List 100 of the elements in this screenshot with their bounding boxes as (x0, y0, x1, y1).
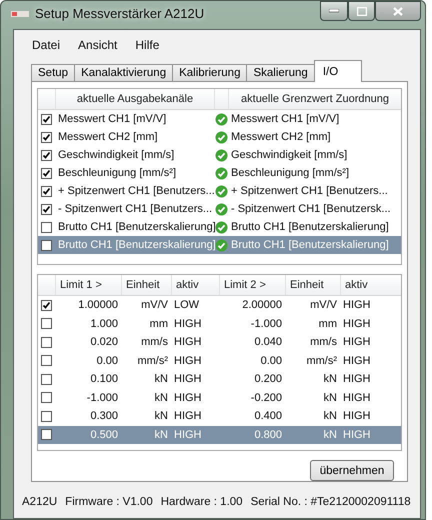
check-circle-icon (214, 130, 228, 144)
tab[interactable]: Skalierung (246, 64, 315, 82)
checkbox[interactable] (41, 240, 52, 250)
table-cell-text: 0.020 (89, 336, 119, 348)
table-row[interactable]: 1.000 mm HIGH -1.000 mm HIGH (38, 314, 401, 333)
checkbox[interactable] (41, 392, 52, 404)
check-circle-icon (214, 148, 228, 162)
checkbox[interactable] (41, 410, 52, 422)
table-cell-text: kN (322, 373, 338, 386)
table-cell-text: HIGH (342, 428, 372, 441)
table-cell-text: 0.800 (253, 428, 283, 441)
table-row[interactable]: - Spitzenwert CH1 [Benutzers... - Spitzenwert CH1 [Benutzersk... (38, 200, 401, 218)
checkbox[interactable] (41, 374, 52, 385)
checkbox[interactable] (41, 318, 52, 330)
table-cell-text: 0.200 (253, 373, 283, 386)
status-text: Firmware : V1.00 (65, 496, 153, 508)
table-row[interactable]: Messwert CH1 [mV/V] Messwert CH1 [mV/V] (38, 110, 401, 128)
checked-checkbox[interactable] (41, 150, 52, 160)
app-icon (11, 9, 29, 19)
check-circle-icon (214, 220, 228, 234)
table-cell-text: kN (322, 410, 338, 422)
table-cell-text: Brutto CH1 [Benutzerskalierung] (230, 221, 390, 233)
tab[interactable]: Kanalaktivierung (74, 64, 174, 82)
menu-item[interactable]: Hilfe (135, 38, 160, 56)
tab[interactable]: I/O (314, 60, 362, 82)
table-row[interactable]: 0.300 kN HIGH 0.400 kN HIGH (38, 407, 401, 426)
column-header[interactable]: aktiv (340, 275, 401, 295)
column-header[interactable]: aktuelle Ausgabekanäle (55, 89, 214, 109)
checked-checkbox[interactable] (41, 132, 52, 142)
check-circle-icon (214, 184, 228, 198)
table-row[interactable]: Messwert CH2 [mm] Messwert CH2 [mm] (38, 128, 401, 146)
checked-checkbox[interactable] (41, 300, 52, 311)
table-row[interactable]: + Spitzenwert CH1 [Benutzers... + Spitzenwert CH1 [Benutzers... (38, 182, 401, 200)
checkbox[interactable] (41, 336, 52, 348)
table-row[interactable]: -1.000 kN HIGH -0.200 kN HIGH (38, 388, 401, 407)
check-circle-icon (214, 166, 228, 180)
table-row[interactable]: Brutto CH1 [Benutzerskalierung] Brutto CH1 [Benutzerskalierung] (38, 218, 401, 236)
tab[interactable]: Kalibrierung (172, 64, 248, 82)
table-cell-text: -0.200 (250, 392, 283, 404)
apply-button[interactable]: übernehmen (310, 460, 394, 481)
table-cell-text: - Spitzenwert CH1 [Benutzers... (57, 203, 214, 215)
table-row[interactable]: 1.00000 mV/V LOW 2.00000 mV/V HIGH (38, 296, 401, 314)
table-cell-text: 0.300 (89, 410, 119, 422)
table-cell-text: 0.400 (253, 410, 283, 422)
column-header[interactable]: aktuelle Grenzwert Zuordnung (228, 89, 401, 109)
close-button[interactable] (375, 1, 421, 21)
status-text: A212U (22, 496, 58, 508)
checked-checkbox[interactable] (41, 114, 52, 124)
table-cell-text: HIGH (342, 392, 372, 404)
table-cell-text: HIGH (342, 318, 372, 330)
checked-checkbox[interactable] (41, 186, 52, 196)
table-cell-text: HIGH (173, 392, 202, 404)
checkbox[interactable] (41, 429, 52, 440)
table-cell-text: Geschwindigkeit [mm/s] (57, 149, 176, 161)
table-cell-text: 0.00 (96, 354, 119, 367)
table-cell-text: 1.000 (89, 318, 119, 330)
table-cell-text: HIGH (173, 428, 202, 441)
column-header[interactable]: Einheit (121, 275, 171, 295)
checkbox[interactable] (41, 355, 52, 366)
table-cell-text: + Spitzenwert CH1 [Benutzers... (230, 185, 389, 197)
table-cell-text: 0.100 (89, 373, 119, 386)
table-row[interactable]: 0.020 mm/s HIGH 0.040 mm/s HIGH (38, 333, 401, 352)
table-row[interactable]: Geschwindigkeit [mm/s] Geschwindigkeit [mm/s] (38, 146, 401, 164)
column-header[interactable]: Limit 1 > (55, 275, 121, 295)
table-cell-text: mm/s (309, 336, 338, 348)
table-row[interactable]: 0.100 kN HIGH 0.200 kN HIGH (38, 370, 401, 388)
table-cell-text: HIGH (342, 299, 372, 312)
table-row[interactable]: Beschleunigung [mm/s²] Beschleunigung [mm/s²] (38, 164, 401, 182)
table-cell-text: 0.00 (260, 354, 283, 367)
table-cell-text: kN (154, 373, 169, 386)
column-header[interactable]: Einheit (285, 275, 340, 295)
table-cell-text: kN (322, 392, 338, 404)
column-header[interactable]: Limit 2 > (219, 275, 285, 295)
table-cell-text: kN (154, 428, 169, 441)
table-cell-text: Brutto CH1 [Benutzerskalierung] (230, 239, 390, 251)
menu-item[interactable]: Datei (32, 38, 60, 56)
table-cell-text: Beschleunigung [mm/s²] (230, 167, 350, 179)
checkbox[interactable] (41, 222, 52, 232)
status-text: Hardware : 1.00 (160, 496, 243, 508)
table-cell-text: mm/s² (136, 354, 169, 367)
table-cell-text: HIGH (342, 336, 372, 348)
tab[interactable]: Setup (31, 64, 76, 82)
table-cell-text: Messwert CH2 [mm] (57, 131, 159, 143)
maximize-button[interactable] (348, 1, 375, 21)
table-cell-text: Brutto CH1 [Benutzerskalierung] (57, 239, 214, 251)
table-cell-text: Messwert CH1 [mV/V] (57, 113, 168, 125)
menu-item[interactable]: Ansicht (78, 38, 118, 56)
table-cell-text: HIGH (173, 336, 202, 348)
checked-checkbox[interactable] (41, 204, 52, 214)
table-row[interactable]: 0.00 mm/s² HIGH 0.00 mm/s² HIGH (38, 352, 401, 370)
table-cell-text: mV/V (309, 299, 338, 312)
table-cell-text: mm/s² (305, 354, 338, 367)
checked-checkbox[interactable] (41, 168, 52, 178)
table-cell-text: + Spitzenwert CH1 [Benutzers... (57, 185, 214, 197)
minimize-button[interactable] (320, 1, 348, 21)
table-cell-text: Beschleunigung [mm/s²] (57, 167, 177, 179)
check-circle-icon (214, 202, 228, 216)
table-cell-text: Brutto CH1 [Benutzerskalierung] (57, 221, 214, 233)
column-header[interactable]: aktiv (171, 275, 219, 295)
table-cell-text: mm (318, 318, 338, 330)
